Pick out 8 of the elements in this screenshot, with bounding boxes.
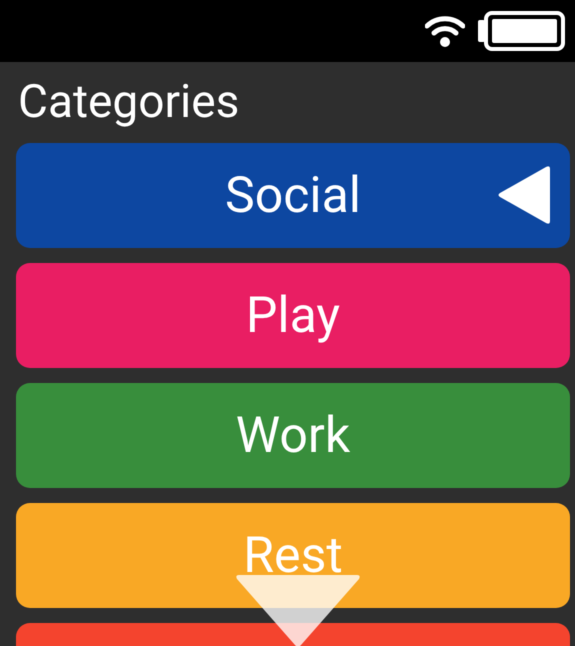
category-button[interactable]: Social xyxy=(16,143,570,248)
wifi-icon xyxy=(425,14,465,48)
selection-pointer-icon xyxy=(496,165,552,225)
scroll-down-icon[interactable] xyxy=(235,575,361,646)
category-button[interactable]: Play xyxy=(16,263,570,368)
battery-icon xyxy=(477,11,565,51)
screen-title: Categories xyxy=(17,74,240,131)
category-button[interactable]: Work xyxy=(16,383,570,488)
